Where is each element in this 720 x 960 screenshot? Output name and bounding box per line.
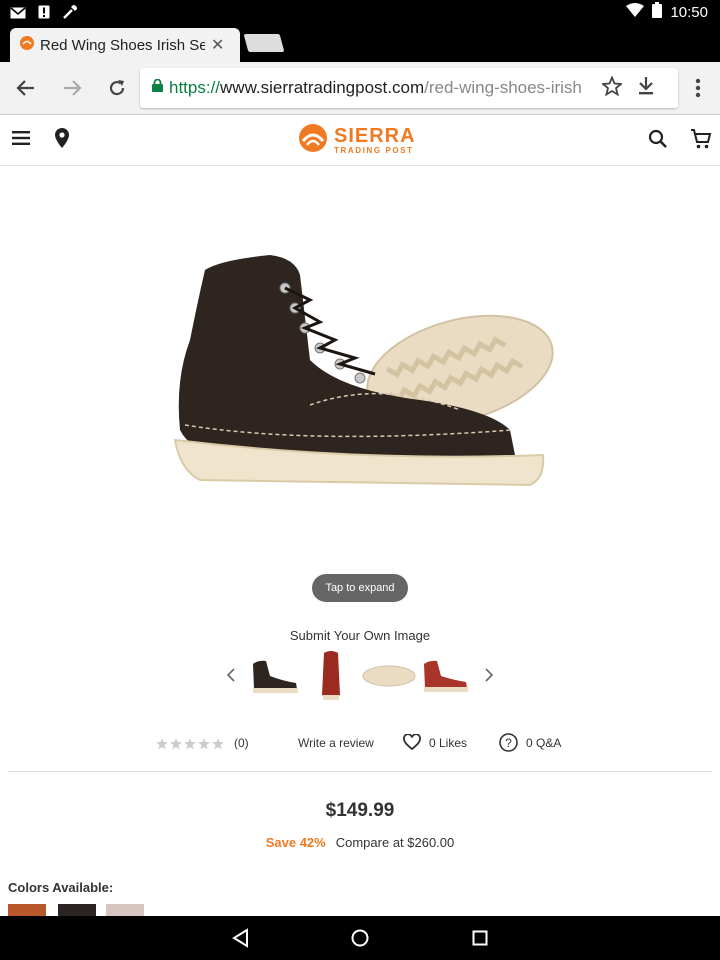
back-button[interactable] [14, 76, 38, 100]
submit-image-link[interactable]: Submit Your Own Image [0, 628, 720, 643]
nav-home-button[interactable] [348, 926, 372, 950]
gmail-icon [10, 6, 26, 24]
nav-back-button[interactable] [228, 926, 252, 950]
browser-tab[interactable]: Red Wing Shoes Irish Setter ✕ [10, 28, 240, 62]
hamburger-menu-icon[interactable] [12, 131, 30, 150]
write-review-link[interactable]: Write a review [298, 736, 374, 750]
forward-button[interactable] [60, 76, 84, 100]
carousel-prev-icon[interactable] [226, 668, 236, 687]
red-boot-front-thumb [322, 651, 340, 700]
url-scheme: https:// [169, 78, 221, 97]
nav-home-icon [351, 929, 369, 947]
forward-arrow-icon [64, 80, 82, 96]
reload-icon [109, 80, 125, 96]
logo-brand: SIERRA [334, 125, 416, 147]
site-header: SIERRA TRADING POST [0, 115, 720, 166]
section-divider [8, 771, 712, 772]
tab-strip: Red Wing Shoes Irish Setter ✕ [0, 24, 720, 62]
rating-count: (0) [234, 736, 249, 750]
clock-time: 10:50 [670, 3, 708, 21]
reload-button[interactable] [105, 76, 129, 100]
nav-recents-button[interactable] [468, 926, 492, 950]
nav-back-icon [232, 928, 248, 948]
thumbnail-1[interactable] [246, 648, 304, 704]
carousel-next-icon[interactable] [484, 668, 494, 687]
lock-icon [152, 78, 163, 97]
location-pin-icon[interactable] [55, 128, 69, 153]
tap-to-expand-button[interactable]: Tap to expand [312, 574, 408, 602]
thumbnail-3[interactable] [360, 648, 418, 704]
compare-price: Compare at $260.00 [335, 835, 455, 850]
thumbnail-4[interactable] [418, 648, 474, 704]
android-nav-bar [0, 916, 720, 960]
color-swatch-black[interactable] [58, 904, 96, 916]
tab-title: Red Wing Shoes Irish Setter [40, 36, 205, 54]
logo-subtitle: TRADING POST [334, 146, 414, 155]
colors-available-label: Colors Available: [8, 880, 114, 895]
url-path: /red-wing-shoes-irish [424, 78, 582, 97]
black-boot-thumb [253, 660, 298, 693]
status-bar: 10:50 [0, 0, 720, 24]
back-arrow-icon [16, 80, 34, 96]
question-circle-icon[interactable]: ? [499, 733, 518, 755]
color-swatch-pink[interactable] [106, 904, 144, 916]
price-savings-line: Save 42% Compare at $260.00 [0, 835, 720, 850]
red-boot-side-thumb [424, 660, 468, 692]
url-host: www.sierratradingpost.com [220, 78, 425, 97]
cart-icon[interactable] [690, 128, 712, 155]
battery-icon [652, 2, 663, 22]
nav-recents-icon [472, 930, 488, 946]
thumbnail-2[interactable] [316, 648, 346, 704]
alert-icon [38, 5, 50, 24]
bookmark-star-icon[interactable] [600, 74, 624, 101]
product-main-image[interactable] [160, 230, 570, 530]
search-icon[interactable] [648, 129, 668, 154]
download-icon[interactable] [638, 76, 654, 100]
eyedropper-icon [62, 4, 78, 25]
sole-thumb [362, 665, 416, 687]
browser-toolbar: https://www.sierratradingpost.com/red-wi… [0, 62, 720, 115]
site-logo[interactable]: SIERRA TRADING POST [298, 123, 416, 158]
color-swatch-brown[interactable] [8, 904, 46, 916]
qa-count[interactable]: 0 Q&A [526, 736, 561, 750]
kebab-menu-icon [695, 78, 701, 98]
wifi-icon [626, 3, 645, 21]
svg-text:?: ? [505, 736, 512, 750]
review-row: (0) Write a review 0 Likes ? 0 Q&A [0, 732, 720, 758]
new-tab-button[interactable] [243, 34, 285, 52]
likes-count[interactable]: 0 Likes [429, 736, 467, 750]
star-rating-icon[interactable] [156, 738, 226, 753]
close-tab-icon[interactable]: ✕ [211, 35, 224, 55]
sierra-logo-icon [298, 123, 328, 158]
product-price: $149.99 [325, 800, 395, 821]
url-text: https://www.sierratradingpost.com/red-wi… [169, 78, 594, 98]
favicon-icon [20, 35, 34, 55]
boot-illustration [173, 255, 554, 487]
save-percent: Save 42% [265, 835, 326, 850]
address-bar[interactable]: https://www.sierratradingpost.com/red-wi… [140, 68, 678, 108]
heart-icon[interactable] [403, 733, 421, 753]
menu-kebab-button[interactable] [686, 76, 710, 100]
